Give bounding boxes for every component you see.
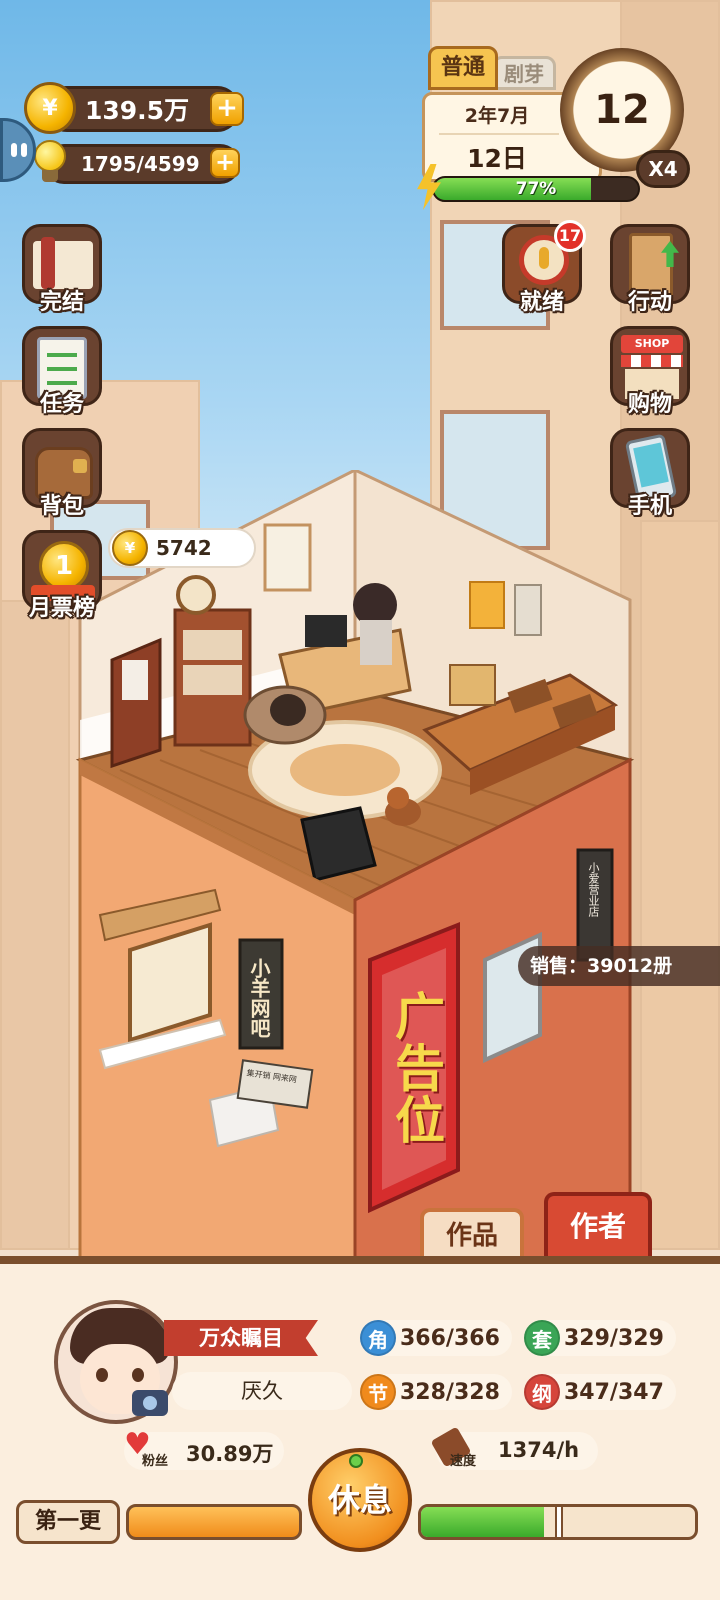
shop-sign: 小羊网吧 <box>244 958 274 1038</box>
badge-count: 17 <box>558 226 582 245</box>
background-building <box>640 520 720 1250</box>
menu-backpack[interactable]: 背包 <box>18 428 106 520</box>
coins-value: 139.5万 <box>85 96 190 125</box>
side-sign-text: 小爱营业店 <box>587 862 600 917</box>
stat-character-value: 366/366 <box>400 1325 500 1351</box>
coin-bubble[interactable]: ¥ 5742 <box>108 528 256 568</box>
stat-routine: 套 329/329 <box>524 1320 676 1356</box>
stat-routine-value: 329/329 <box>564 1325 664 1351</box>
menu-completed-label: 完结 <box>39 290 84 315</box>
mode-tab-secondary[interactable]: 剧芽 <box>492 56 556 90</box>
progress-left <box>126 1504 302 1540</box>
menu-completed[interactable]: 完结 <box>18 224 106 316</box>
menu-shopping[interactable]: SHOP 购物 <box>606 326 694 418</box>
shop-sign-text: 小羊网吧 <box>247 958 271 1038</box>
stat-outline-value: 347/347 <box>564 1379 664 1405</box>
stat-rhythm: 节 328/328 <box>360 1374 512 1410</box>
mode-tab-secondary-label: 剧芽 <box>504 62 544 86</box>
rest-button-label: 休息 <box>327 1481 392 1519</box>
ad-board-text: 广告位 <box>387 990 445 1146</box>
stat-character: 角 366/366 <box>360 1320 512 1356</box>
menu-monthly-ranking-label: 月票榜 <box>28 596 95 621</box>
author-panel: 万众瞩目 厌久 角 366/366 套 329/329 节 328/328 纲 … <box>0 1256 720 1600</box>
menu-ready-label: 就绪 <box>519 290 564 315</box>
speed-stat: 速度 1374/h <box>430 1426 598 1470</box>
menu-monthly-ranking[interactable]: 1 月票榜 <box>18 530 106 622</box>
menu-tasks[interactable]: 任务 <box>18 326 106 418</box>
shop-sign-label: SHOP <box>634 337 670 350</box>
notification-badge: 17 <box>554 220 586 252</box>
speed-label: 速度 <box>450 1454 477 1469</box>
coin-icon: ¥ <box>24 82 76 134</box>
stat-outline-badge: 纲 <box>524 1374 560 1410</box>
energy-progress: 77% <box>432 176 640 202</box>
title-text: 万众瞩目 <box>199 1326 283 1350</box>
green-dot-icon <box>349 1454 363 1468</box>
speed-multiplier[interactable]: X4 <box>636 150 690 188</box>
clock-number: 12 <box>594 87 650 133</box>
tab-author-label: 作者 <box>569 1210 626 1243</box>
fans-value: 30.89万 <box>186 1442 274 1466</box>
menu-tasks-label: 任务 <box>39 392 84 417</box>
author-name: 厌久 <box>172 1372 352 1410</box>
progress-right-marker <box>555 1507 563 1537</box>
add-coins-button[interactable]: + <box>210 92 244 126</box>
fans-stat: ♥ 粉丝 30.89万 <box>124 1428 284 1470</box>
coin-bubble-value: 5742 <box>156 536 212 560</box>
add-energy-button[interactable]: + <box>210 148 240 178</box>
background-building <box>0 600 70 1250</box>
player-room <box>75 470 635 1260</box>
tab-works-label: 作品 <box>445 1221 498 1251</box>
menu-backpack-label: 背包 <box>39 494 84 519</box>
day: 12日 <box>467 144 527 173</box>
chapter-button[interactable]: 第一更 <box>16 1500 120 1544</box>
ad-board: 广告位 <box>386 990 446 1146</box>
speed-multiplier-label: X4 <box>648 157 678 181</box>
year-month: 2年7月 <box>464 105 530 127</box>
speed-value: 1374/h <box>498 1438 580 1462</box>
menu-phone-label: 手机 <box>627 494 672 519</box>
stat-outline: 纲 347/347 <box>524 1374 676 1410</box>
coin-icon: ¥ <box>112 530 148 566</box>
stat-character-badge: 角 <box>360 1320 396 1356</box>
chapter-label: 第一更 <box>34 1509 101 1534</box>
fans-label: 粉丝 <box>142 1454 169 1469</box>
progress-right <box>418 1504 698 1540</box>
side-sign: 小爱营业店 <box>583 862 603 917</box>
sales-text: 销售：39012册 <box>530 955 673 977</box>
tab-works[interactable]: 作品 <box>420 1208 524 1260</box>
tab-author[interactable]: 作者 <box>544 1192 652 1260</box>
energy-percent: 77% <box>515 179 557 199</box>
menu-action[interactable]: 行动 <box>606 224 694 316</box>
author-name-text: 厌久 <box>241 1379 283 1403</box>
menu-phone[interactable]: 手机 <box>606 428 694 520</box>
camera-icon <box>132 1390 168 1416</box>
title-ribbon: 万众瞩目 <box>164 1320 318 1356</box>
lightbulb-icon <box>30 140 70 186</box>
energy-value: 1795/4599 <box>81 152 200 176</box>
mode-tab[interactable]: 普通 <box>428 46 498 90</box>
menu-ready[interactable]: 就绪 17 <box>498 220 586 316</box>
menu-shopping-label: 购物 <box>627 392 672 417</box>
stat-rhythm-badge: 节 <box>360 1374 396 1410</box>
progress-left-fill <box>129 1507 299 1537</box>
menu-action-label: 行动 <box>627 290 672 315</box>
stat-routine-badge: 套 <box>524 1320 560 1356</box>
mode-tab-label: 普通 <box>440 55 485 80</box>
sales-label: 销售：39012册 <box>518 946 720 986</box>
progress-right-fill <box>421 1507 545 1537</box>
stat-rhythm-value: 328/328 <box>400 1379 500 1405</box>
